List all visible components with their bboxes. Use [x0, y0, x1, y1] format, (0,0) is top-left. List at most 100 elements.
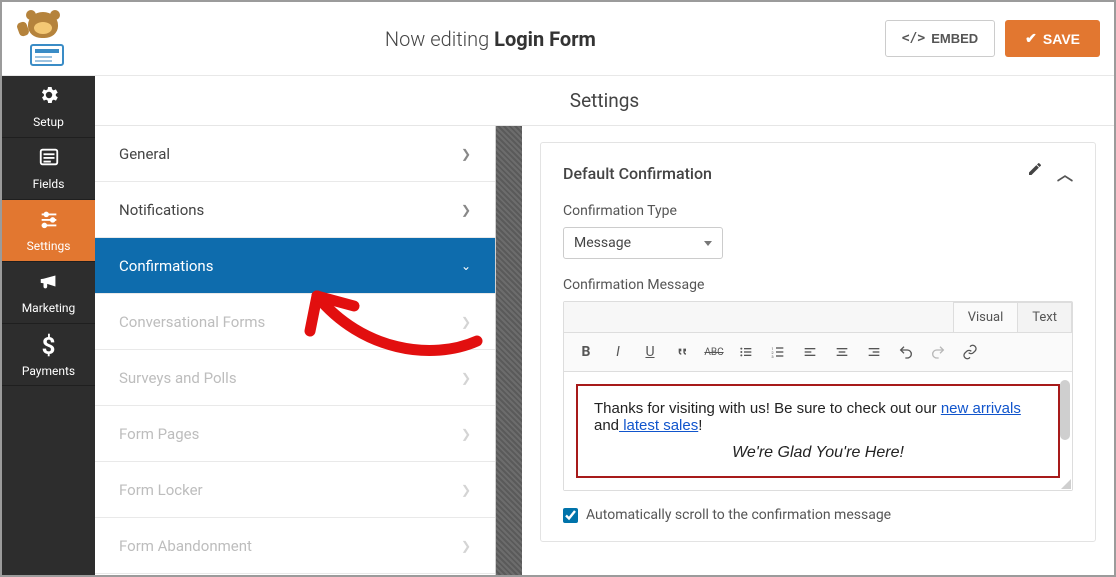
- nav-fields[interactable]: Fields: [2, 138, 95, 200]
- chevron-right-icon: ❯: [461, 147, 471, 161]
- main-area: Setup Fields Settings Marketing $ Paymen…: [2, 76, 1114, 575]
- bullet-list-button[interactable]: [732, 339, 760, 365]
- confirmation-message-label: Confirmation Message: [563, 277, 1073, 293]
- autoscroll-checkbox[interactable]: [563, 508, 578, 523]
- editing-prefix: Now editing: [385, 27, 494, 51]
- settings-item-label: Conversational Forms: [119, 313, 265, 331]
- settings-item-label: Notifications: [119, 201, 204, 219]
- embed-label: EMBED: [931, 31, 978, 46]
- code-icon: </>: [902, 31, 925, 46]
- autoscroll-checkbox-row[interactable]: Automatically scroll to the confirmation…: [563, 507, 1073, 523]
- nav-setup-label: Setup: [33, 115, 64, 129]
- confirmation-type-label: Confirmation Type: [563, 203, 1073, 219]
- settings-item-label: Confirmations: [119, 257, 213, 275]
- scrollbar-thumb[interactable]: [1060, 380, 1070, 440]
- blockquote-button[interactable]: [668, 339, 696, 365]
- sliders-icon: [38, 208, 60, 235]
- list-icon: [38, 146, 60, 173]
- resize-handle[interactable]: [496, 126, 522, 575]
- pencil-icon[interactable]: [1027, 161, 1043, 185]
- settings-item-label: General: [119, 145, 170, 163]
- header-actions: </> EMBED ✔ SAVE: [885, 20, 1100, 57]
- form-name: Login Form: [494, 27, 596, 51]
- redo-button[interactable]: [924, 339, 952, 365]
- rich-text-editor: Visual Text B I U ABC 123: [563, 301, 1073, 491]
- dollar-icon: $: [42, 332, 56, 360]
- settings-list: General ❯ Notifications ❯ Confirmations …: [95, 126, 495, 574]
- chevron-right-icon: ❯: [461, 483, 471, 497]
- underline-button[interactable]: U: [636, 339, 664, 365]
- tab-text[interactable]: Text: [1017, 302, 1072, 332]
- bold-button[interactable]: B: [572, 339, 600, 365]
- msg-part3: !: [698, 417, 702, 434]
- logo-area: [16, 12, 96, 66]
- nav-marketing[interactable]: Marketing: [2, 262, 95, 324]
- align-right-button[interactable]: [860, 339, 888, 365]
- tab-visual[interactable]: Visual: [953, 302, 1019, 332]
- link-new-arrivals[interactable]: new arrivals: [941, 400, 1021, 417]
- editor-body[interactable]: Thanks for visiting with us! Be sure to …: [564, 372, 1072, 490]
- chevron-right-icon: ❯: [461, 371, 471, 385]
- italic-button[interactable]: I: [604, 339, 632, 365]
- autoscroll-label: Automatically scroll to the confirmation…: [586, 507, 891, 523]
- check-icon: ✔: [1025, 30, 1037, 47]
- settings-item-label: Form Pages: [119, 425, 199, 443]
- editor-tabs: Visual Text: [564, 302, 1072, 332]
- message-line-2: We're Glad You're Here!: [594, 444, 1042, 462]
- link-latest-sales[interactable]: latest sales: [619, 417, 698, 434]
- resize-grip-icon[interactable]: [1061, 479, 1071, 489]
- message-frame: Thanks for visiting with us! Be sure to …: [576, 384, 1060, 478]
- chevron-right-icon: ❯: [461, 539, 471, 553]
- align-left-button[interactable]: [796, 339, 824, 365]
- nav-payments[interactable]: $ Payments: [2, 324, 95, 386]
- app-header: Now editing Login Form </> EMBED ✔ SAVE: [2, 2, 1114, 76]
- nav-settings-label: Settings: [27, 239, 71, 253]
- nav-marketing-label: Marketing: [22, 301, 76, 315]
- svg-text:3: 3: [771, 354, 773, 359]
- save-label: SAVE: [1043, 31, 1080, 47]
- panel-header: Default Confirmation ︿: [563, 161, 1073, 185]
- settings-item-form-locker[interactable]: Form Locker ❯: [95, 462, 495, 518]
- strikethrough-button[interactable]: ABC: [700, 339, 728, 365]
- settings-item-confirmations[interactable]: Confirmations ⌄: [95, 238, 495, 294]
- nav-setup[interactable]: Setup: [2, 76, 95, 138]
- panel-title: Default Confirmation: [563, 164, 712, 183]
- confirmation-panel: Default Confirmation ︿ Confirmation Type…: [540, 142, 1096, 542]
- header-title: Now editing Login Form: [96, 27, 885, 51]
- settings-item-label: Form Abandonment: [119, 537, 252, 555]
- undo-button[interactable]: [892, 339, 920, 365]
- settings-item-label: Form Locker: [119, 481, 203, 499]
- message-line-1: Thanks for visiting with us! Be sure to …: [594, 400, 1042, 434]
- chevron-right-icon: ❯: [461, 427, 471, 441]
- msg-part1: Thanks for visiting with us! Be sure to …: [594, 400, 941, 417]
- chevron-right-icon: ❯: [461, 203, 471, 217]
- content-panel: Default Confirmation ︿ Confirmation Type…: [522, 76, 1114, 575]
- nav-sidebar: Setup Fields Settings Marketing $ Paymen…: [2, 76, 95, 575]
- settings-item-form-abandonment[interactable]: Form Abandonment ❯: [95, 518, 495, 574]
- msg-part2: and: [594, 417, 619, 434]
- settings-item-form-pages[interactable]: Form Pages ❯: [95, 406, 495, 462]
- wpforms-logo-icon: [16, 12, 70, 66]
- nav-settings[interactable]: Settings: [2, 200, 95, 262]
- chevron-up-icon[interactable]: ︿: [1057, 161, 1073, 185]
- settings-item-conversational-forms[interactable]: Conversational Forms ❯: [95, 294, 495, 350]
- link-button[interactable]: [956, 339, 984, 365]
- panel-actions: ︿: [1027, 161, 1073, 185]
- settings-item-surveys-polls[interactable]: Surveys and Polls ❯: [95, 350, 495, 406]
- gear-icon: [38, 84, 60, 111]
- page-title: Settings: [95, 76, 1114, 126]
- settings-item-general[interactable]: General ❯: [95, 126, 495, 182]
- save-button[interactable]: ✔ SAVE: [1005, 20, 1100, 57]
- editor-toolbar: B I U ABC 123: [564, 332, 1072, 372]
- settings-item-notifications[interactable]: Notifications ❯: [95, 182, 495, 238]
- nav-payments-label: Payments: [22, 364, 75, 378]
- nav-fields-label: Fields: [33, 177, 65, 191]
- settings-item-label: Surveys and Polls: [119, 369, 237, 387]
- align-center-button[interactable]: [828, 339, 856, 365]
- numbered-list-button[interactable]: 123: [764, 339, 792, 365]
- chevron-down-icon: ⌄: [461, 259, 471, 273]
- select-value: Message: [574, 235, 631, 251]
- settings-sidebar: General ❯ Notifications ❯ Confirmations …: [95, 76, 496, 575]
- embed-button[interactable]: </> EMBED: [885, 20, 995, 57]
- confirmation-type-select[interactable]: Message: [563, 227, 723, 259]
